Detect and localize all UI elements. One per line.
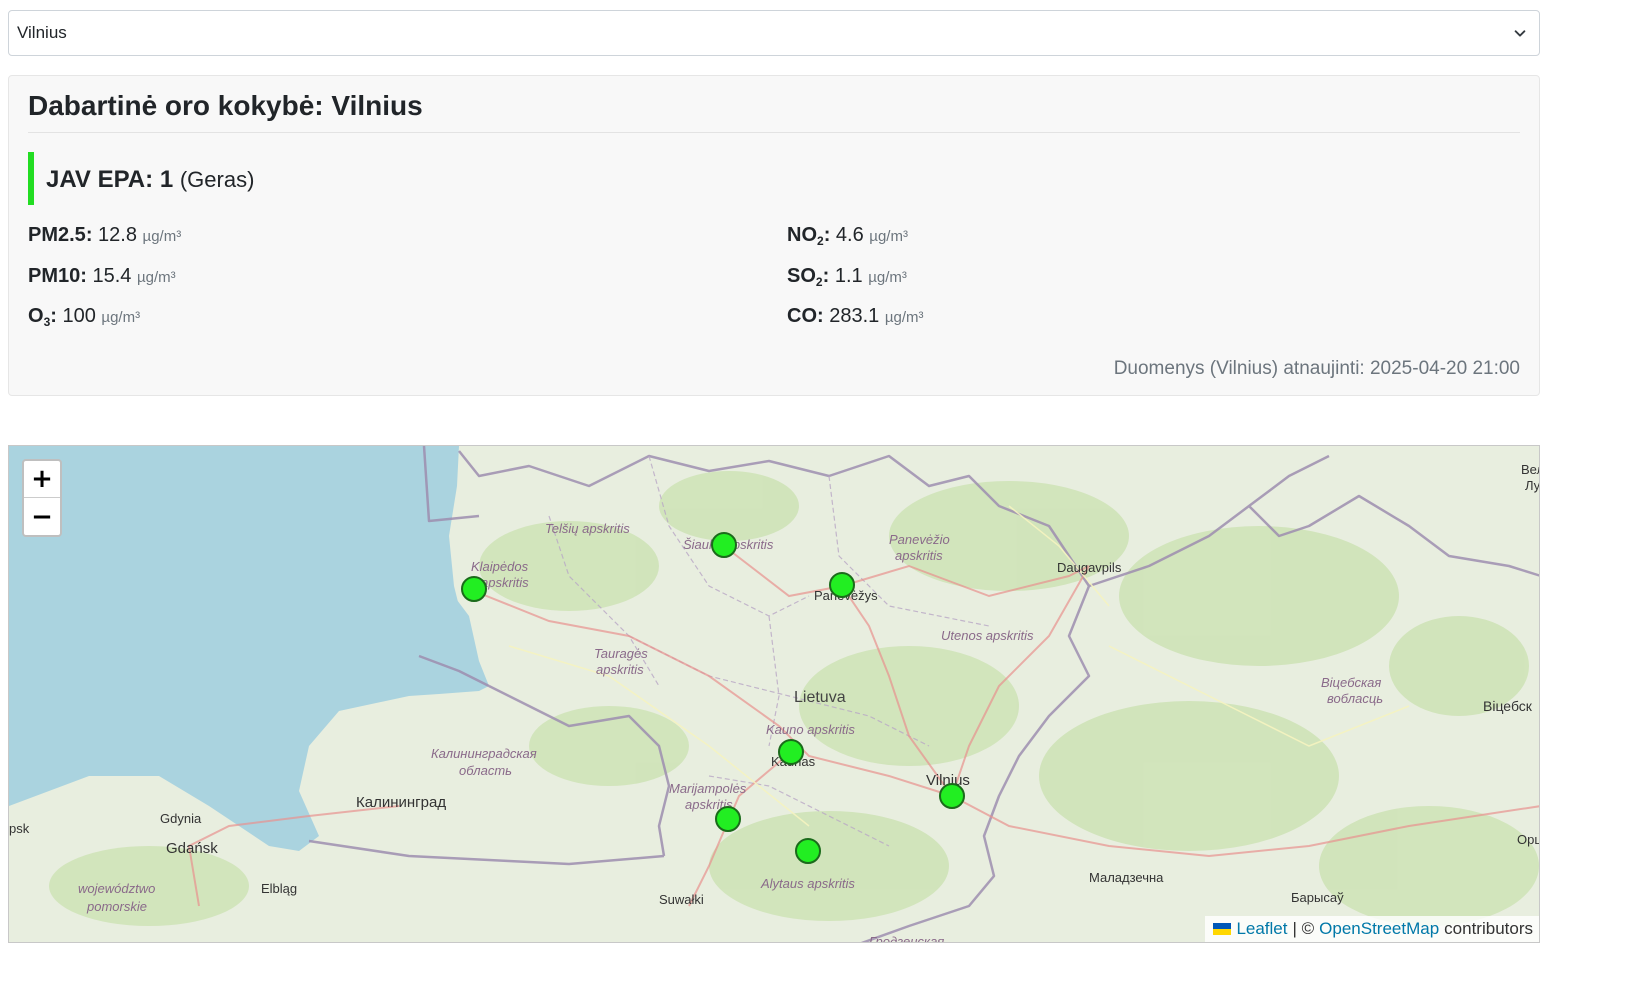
map-label-orsha: Орш [1517, 832, 1539, 847]
pollutant-unit: µg/m³ [136, 269, 176, 286]
station-marker-klaipeda[interactable] [461, 576, 487, 602]
pollutant-no2: NO2: 4.6 µg/m³ [787, 224, 908, 248]
air-quality-map[interactable]: Telšių apskritis Šiaulių apskritis Panev… [8, 445, 1540, 943]
attribution-separator: | © [1292, 919, 1315, 938]
map-label-psk: psk [9, 821, 30, 836]
map-label-kaliningrad-region-1: Калининградская [431, 746, 537, 761]
epa-category: (Geras) [179, 167, 255, 192]
last-updated: Duomenys (Vilnius) atnaujinti: 2025-04-2… [1113, 358, 1520, 379]
pollutant-value: 12.8 [98, 224, 137, 246]
map-label-alytaus: Alytaus apskritis [761, 876, 855, 891]
leaflet-link[interactable]: Leaflet [1236, 919, 1287, 939]
pollutant-unit: µg/m³ [101, 309, 141, 326]
zoom-in-button[interactable]: + [24, 461, 60, 498]
card-title: Dabartinė oro kokybė: Vilnius [28, 90, 423, 121]
zoom-out-button[interactable]: − [24, 498, 60, 535]
map-attribution: Leaflet | © OpenStreetMap contributors [1205, 916, 1539, 942]
epa-index: JAV EPA: 1 (Geras) [46, 166, 254, 194]
map-label-taurages-2: apskritis [596, 662, 644, 677]
ukraine-flag-icon [1213, 923, 1232, 935]
city-select-value: Vilnius [17, 23, 67, 42]
map-label-telsiu: Telšių apskritis [545, 521, 630, 536]
map-label-gdansk: Gdańsk [166, 840, 218, 857]
map-label-pomorskie-1: województwo [78, 881, 156, 896]
map-label-lietuva: Lietuva [794, 689, 846, 706]
station-marker-alytus[interactable] [795, 838, 821, 864]
station-marker-vilnius[interactable] [939, 783, 965, 809]
map-label-kaliningrad: Калининград [356, 794, 447, 811]
map-label-vitebsk-region-1: Віцебская [1321, 675, 1382, 690]
map-label-kauno: Kauno apskritis [766, 722, 855, 737]
pollutant-so2: SO2: 1.1 µg/m³ [787, 265, 907, 289]
pollutant-value: 1.1 [834, 265, 863, 287]
pollutant-value: 100 [62, 305, 96, 327]
map-label-pomorskie-2: pomorskie [87, 899, 147, 914]
pollutant-pm10: PM10: 15.4 µg/m³ [28, 265, 176, 287]
pollutant-unit: µg/m³ [142, 228, 182, 245]
map-label-panevezio-1: Panevėžio [889, 532, 950, 547]
map-label-vitebsk-region-2: вобласць [1327, 691, 1384, 706]
map-label-veli-1: Вел [1521, 462, 1539, 477]
map-label-klaipedos-1: Klaipėdos [471, 559, 529, 574]
map-label-panevezio-2: apskritis [895, 548, 943, 563]
epa-value: 1 [159, 166, 174, 193]
station-marker-panevezys[interactable] [829, 572, 855, 598]
map-label-gdynia: Gdynia [160, 811, 202, 826]
pollutant-value: 15.4 [92, 265, 132, 287]
epa-label: JAV EPA: [46, 166, 154, 193]
chevron-down-icon [1514, 30, 1526, 37]
pollutant-value: 4.6 [835, 224, 864, 246]
map-label-daugavpils: Daugavpils [1057, 560, 1122, 575]
openstreetmap-link[interactable]: OpenStreetMap [1319, 919, 1439, 939]
map-label-vitebsk: Віцебск [1483, 698, 1532, 714]
zoom-control: + − [22, 459, 62, 537]
map-label-grodno: Гродзенская [869, 934, 945, 943]
map-label-utenos: Utenos apskritis [941, 628, 1034, 643]
current-air-quality-card: Dabartinė oro kokybė: Vilnius JAV EPA: 1… [8, 75, 1540, 396]
pollutant-co: CO: 283.1 µg/m³ [787, 305, 924, 327]
pollutant-o3: O3: 100 µg/m³ [28, 305, 141, 329]
map-label-borisov: Барысаў [1291, 890, 1344, 905]
station-marker-marijampole[interactable] [715, 806, 741, 832]
map-label-marijampoles-1: Marijampolės [669, 781, 747, 796]
map-label-klaipedos-2: apskritis [481, 575, 529, 590]
map-label-kaliningrad-region-2: область [459, 763, 512, 778]
map-label-taurages-1: Tauragės [594, 646, 648, 661]
pollutant-pm25: PM2.5: 12.8 µg/m³ [28, 224, 182, 246]
pollutant-unit: µg/m³ [868, 269, 907, 286]
station-marker-kaunas[interactable] [778, 739, 804, 765]
pollutant-value: 283.1 [829, 305, 880, 327]
attribution-contributors: contributors [1444, 919, 1533, 938]
card-divider [28, 132, 1520, 133]
city-select[interactable]: Vilnius [8, 10, 1540, 56]
map-label-molodechno: Маладзечна [1089, 870, 1164, 885]
station-marker-siauliai[interactable] [711, 532, 737, 558]
map-label-elblag: Elbląg [261, 881, 298, 896]
map-label-veli-2: Лу [1525, 478, 1540, 493]
epa-color-bar [28, 152, 34, 205]
map-tiles [9, 446, 1539, 942]
pollutant-unit: µg/m³ [884, 309, 924, 326]
map-label-suwalki: Suwałki [659, 892, 704, 907]
pollutant-unit: µg/m³ [869, 228, 908, 245]
